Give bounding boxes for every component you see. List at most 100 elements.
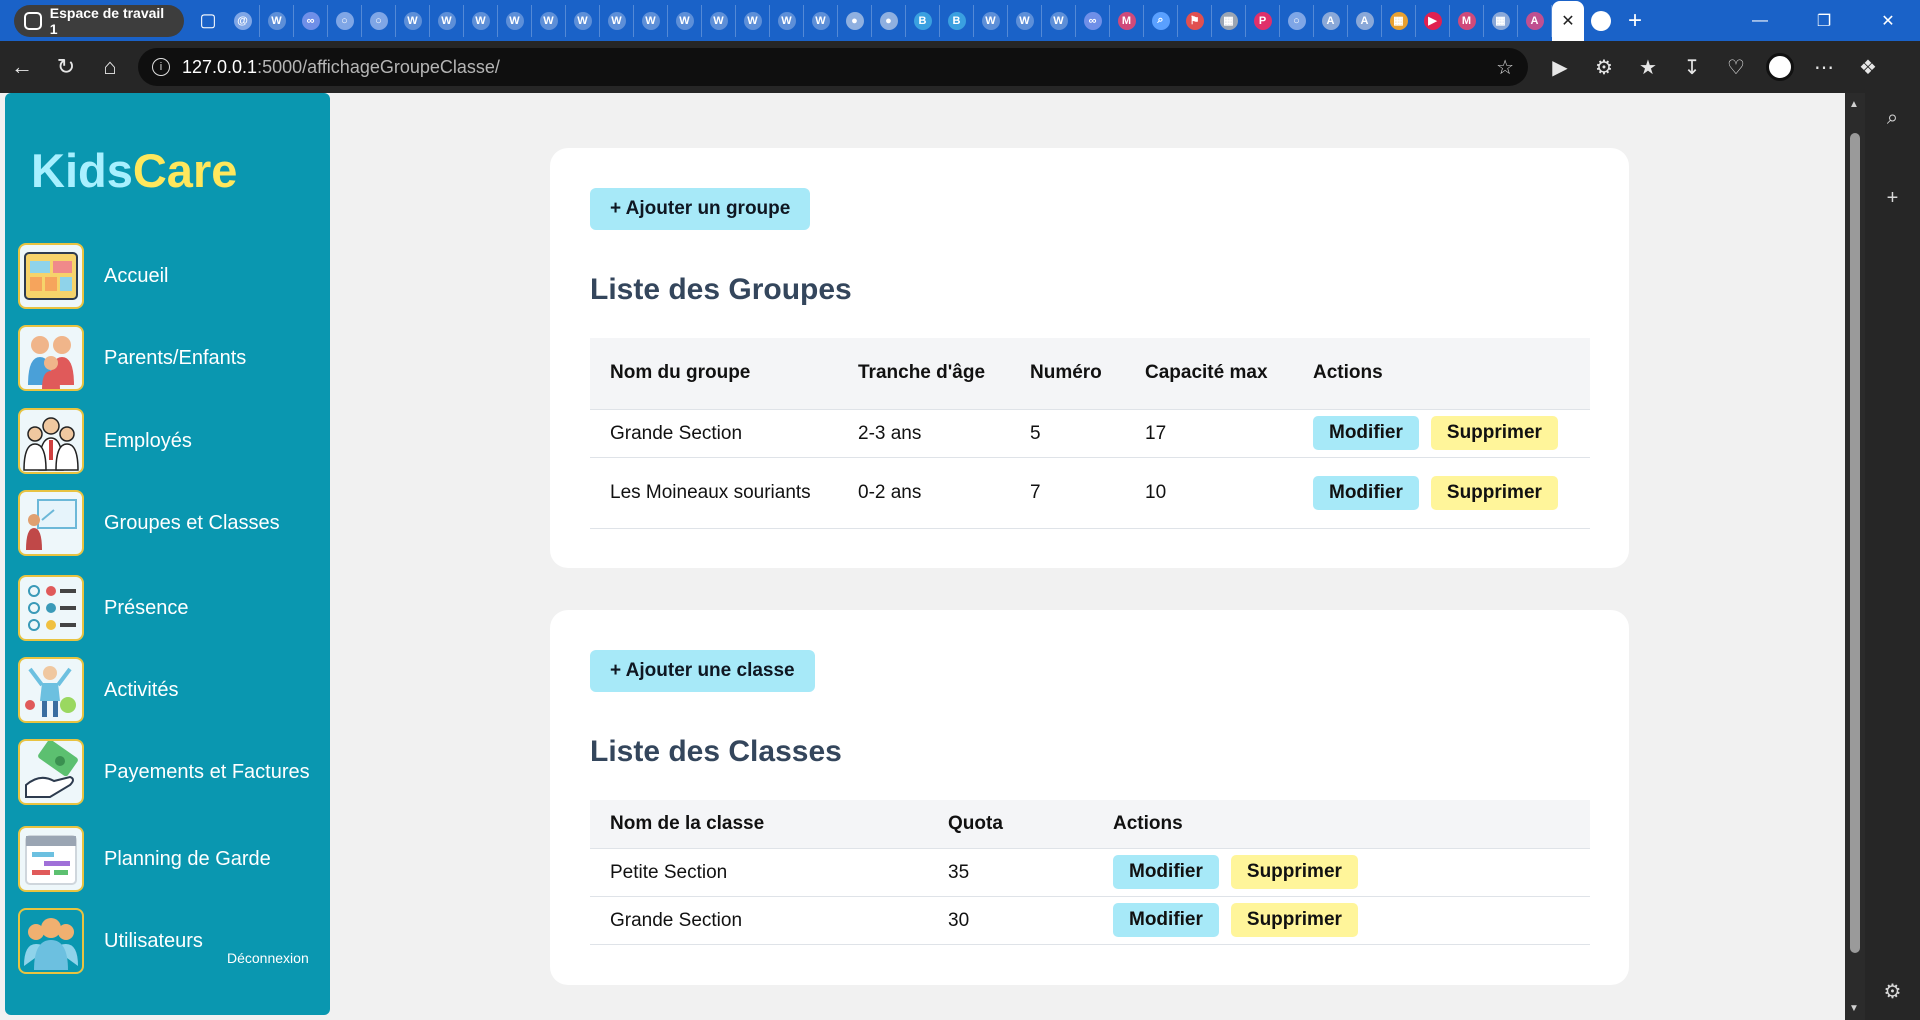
tab[interactable]: W	[1008, 4, 1042, 37]
sidebar-item-employes[interactable]: Employés	[18, 408, 192, 474]
tab[interactable]: ○	[1280, 4, 1314, 37]
tab[interactable]: ▦	[1382, 4, 1416, 37]
favorites-icon[interactable]: ★	[1626, 47, 1670, 87]
sidebar-item-planning-garde[interactable]: Planning de Garde	[18, 826, 271, 892]
search-icon[interactable]: ⌕	[1865, 107, 1920, 130]
sidebar-item-groupes-classes[interactable]: Groupes et Classes	[18, 490, 280, 556]
tab[interactable]: W	[974, 4, 1008, 37]
tab[interactable]: ▶	[1416, 4, 1450, 37]
tab[interactable]: W	[1042, 4, 1076, 37]
app-logo[interactable]: KidsCare	[31, 143, 237, 198]
restore-icon[interactable]: ❐	[1792, 0, 1856, 41]
delete-button[interactable]: Supprimer	[1230, 855, 1358, 889]
downloads-icon[interactable]: ↧	[1670, 47, 1714, 87]
tab[interactable]: W	[532, 4, 566, 37]
back-icon[interactable]: ←	[0, 47, 44, 87]
class-name: Grande Section	[590, 896, 928, 945]
address-bar[interactable]: i 127.0.0.1:5000/affichageGroupeClasse/ …	[138, 48, 1528, 86]
tab[interactable]: A	[1314, 4, 1348, 37]
page-scrollbar[interactable]: ▲ ▼	[1845, 93, 1865, 1020]
tab[interactable]: W	[566, 4, 600, 37]
video-icon: ▶	[1423, 11, 1442, 30]
tab[interactable]: W	[464, 4, 498, 37]
table-row: Grande Section 2-3 ans 5 17 Modifier Supp…	[590, 409, 1590, 458]
tab[interactable]: W	[260, 4, 294, 37]
tab[interactable]: ○	[328, 4, 362, 37]
sidebar-item-label: Activités	[104, 678, 179, 701]
workspace-button[interactable]: Espace de travail 1	[14, 4, 184, 37]
refresh-icon[interactable]: ↻	[44, 47, 88, 87]
tab[interactable]: ⚑	[1178, 4, 1212, 37]
copilot-icon[interactable]: ❖	[1846, 47, 1890, 87]
settings-icon[interactable]: ⚙	[1865, 979, 1920, 1004]
add-class-button[interactable]: + Ajouter une classe	[590, 650, 815, 692]
delete-button[interactable]: Supprimer	[1230, 903, 1358, 937]
tab[interactable]: W	[770, 4, 804, 37]
add-group-button[interactable]: + Ajouter un groupe	[590, 188, 811, 230]
edit-button[interactable]: Modifier	[1313, 416, 1419, 450]
group-capacity: 17	[1125, 409, 1293, 458]
edit-button[interactable]: Modifier	[1113, 855, 1219, 889]
group-name: Grande Section	[590, 409, 838, 458]
tab[interactable]: ∞	[1076, 4, 1110, 37]
tab[interactable]: W	[600, 4, 634, 37]
tab[interactable]: M	[1110, 4, 1144, 37]
minimize-icon[interactable]: —	[1728, 0, 1792, 41]
sidebar-item-label: Planning de Garde	[104, 847, 271, 870]
tab-actions-icon[interactable]: ▢	[194, 7, 222, 35]
add-icon[interactable]: +	[1865, 187, 1920, 210]
tab[interactable]: B	[940, 4, 974, 37]
logout-link[interactable]: Déconnexion	[227, 950, 309, 966]
tab[interactable]: W	[668, 4, 702, 37]
github-icon	[1591, 10, 1611, 31]
tab[interactable]: A	[1348, 4, 1382, 37]
sidebar-item-presence[interactable]: Présence	[18, 575, 189, 641]
sidebar-item-utilisateurs[interactable]: Utilisateurs	[18, 908, 203, 974]
tab[interactable]: W	[804, 4, 838, 37]
edit-button[interactable]: Modifier	[1313, 475, 1419, 510]
tab[interactable]: M	[1450, 4, 1484, 37]
tab[interactable]: B	[906, 4, 940, 37]
sidebar-item-accueil[interactable]: Accueil	[18, 243, 168, 309]
tab[interactable]: A	[1518, 4, 1552, 37]
tab[interactable]: P	[1246, 4, 1280, 37]
extension-icon[interactable]: ▶	[1538, 47, 1582, 87]
tab[interactable]: W	[498, 4, 532, 37]
calendar-icon: ▦	[1491, 11, 1510, 30]
column-header: Nom de la classe	[590, 800, 928, 849]
puzzle-icon[interactable]: ⚙	[1582, 47, 1626, 87]
globe-icon: ○	[369, 11, 388, 30]
tab[interactable]: ∞	[294, 4, 328, 37]
profile-avatar[interactable]	[1758, 47, 1802, 87]
scroll-down-icon[interactable]: ▼	[1849, 1003, 1859, 1014]
tab[interactable]: ●	[838, 4, 872, 37]
edit-button[interactable]: Modifier	[1113, 903, 1219, 937]
tab[interactable]: W	[702, 4, 736, 37]
home-icon[interactable]: ⌂	[88, 47, 132, 87]
sidebar-item-activites[interactable]: Activités	[18, 657, 178, 723]
tab[interactable]: @	[226, 4, 260, 37]
tab[interactable]: ▦	[1212, 4, 1246, 37]
tab[interactable]: ●	[872, 4, 906, 37]
sidebar-item-parents-enfants[interactable]: Parents/Enfants	[18, 325, 246, 391]
tab[interactable]	[1584, 5, 1618, 37]
tab[interactable]: W	[396, 4, 430, 37]
scroll-thumb[interactable]	[1850, 133, 1860, 953]
tab[interactable]: W	[430, 4, 464, 37]
delete-button[interactable]: Supprimer	[1430, 416, 1558, 450]
scroll-up-icon[interactable]: ▲	[1849, 99, 1859, 110]
tab[interactable]: W	[736, 4, 770, 37]
tab[interactable]: ○	[362, 4, 396, 37]
sidebar-item-payements-factures[interactable]: Payements et Factures	[18, 739, 310, 805]
tab[interactable]: W	[634, 4, 668, 37]
new-tab-button[interactable]: +	[1618, 5, 1652, 37]
more-icon[interactable]: ⋯	[1802, 47, 1846, 87]
tab[interactable]: ⌕	[1144, 4, 1178, 37]
tab[interactable]: ▦	[1484, 4, 1518, 37]
active-tab-close-icon[interactable]: ✕	[1552, 1, 1584, 41]
favorite-star-icon[interactable]: ☆	[1496, 55, 1514, 80]
site-info-icon[interactable]: i	[152, 58, 170, 76]
health-icon[interactable]: ♡	[1714, 47, 1758, 87]
delete-button[interactable]: Supprimer	[1430, 475, 1558, 510]
close-window-icon[interactable]: ✕	[1856, 0, 1920, 41]
